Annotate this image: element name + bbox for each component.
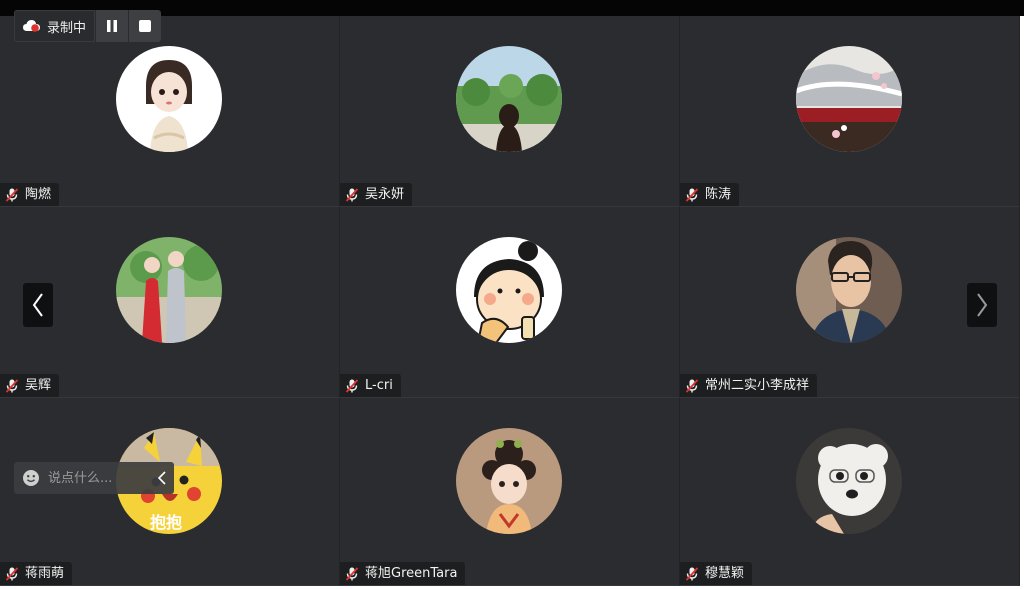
- mic-muted-icon: [345, 566, 359, 581]
- stop-icon: [139, 20, 152, 32]
- participant-avatar: [456, 46, 562, 152]
- participant-nametag: 穆慧颖: [680, 562, 753, 585]
- participant-avatar: [796, 237, 902, 343]
- recording-cloud-icon: [23, 20, 40, 32]
- participant-grid: 陶燃 吴永妍 陈涛 吴辉 L-cri 常州二实小李成祥 抱抱 蒋雨萌 蒋旭Gre…: [0, 16, 1020, 586]
- participant-tile[interactable]: 吴永妍: [340, 16, 680, 207]
- pause-recording-button[interactable]: [95, 10, 129, 42]
- emoji-icon[interactable]: [22, 469, 40, 487]
- participant-name: 穆慧颖: [705, 566, 745, 581]
- chevron-left-icon: [32, 293, 43, 317]
- mic-muted-icon: [5, 187, 19, 202]
- video-grid-stage: 陶燃 吴永妍 陈涛 吴辉 L-cri 常州二实小李成祥 抱抱 蒋雨萌 蒋旭Gre…: [0, 16, 1020, 586]
- mic-muted-icon: [5, 378, 19, 393]
- recording-control: 录制中: [14, 10, 162, 42]
- participant-name: 蒋旭GreenTara: [365, 566, 458, 581]
- participant-avatar: [796, 46, 902, 152]
- participant-tile[interactable]: 陶燃: [0, 16, 340, 207]
- pikachu-caption: 抱抱: [150, 513, 182, 532]
- mic-muted-icon: [345, 378, 359, 393]
- recording-status: 录制中: [14, 10, 96, 42]
- participant-avatar: [116, 46, 222, 152]
- participant-tile[interactable]: 蒋旭GreenTara: [340, 398, 680, 586]
- pause-icon: [107, 20, 118, 32]
- participant-avatar: [116, 237, 222, 343]
- participant-avatar: [456, 428, 562, 534]
- participant-nametag: 吴永妍: [340, 183, 413, 206]
- chat-input[interactable]: [48, 470, 128, 486]
- chat-collapse-button[interactable]: [158, 462, 166, 494]
- chevron-right-icon: [977, 293, 988, 317]
- recording-label: 录制中: [47, 20, 87, 36]
- participant-name: 蒋雨萌: [25, 566, 65, 581]
- participant-nametag: L-cri: [340, 374, 401, 397]
- participant-nametag: 吴辉: [0, 374, 60, 397]
- next-page-button[interactable]: [967, 283, 997, 327]
- mic-muted-icon: [5, 566, 19, 581]
- participant-avatar: [456, 237, 562, 343]
- participant-name: 陶燃: [25, 187, 52, 202]
- participant-name: 吴辉: [25, 378, 52, 393]
- participant-name: 常州二实小李成祥: [705, 378, 810, 393]
- participant-nametag: 常州二实小李成祥: [680, 374, 818, 397]
- participant-avatar: [796, 428, 902, 534]
- chat-input-bar[interactable]: [14, 462, 174, 494]
- participant-nametag: 蒋雨萌: [0, 562, 73, 585]
- participant-name: 吴永妍: [365, 187, 405, 202]
- mic-muted-icon: [685, 378, 699, 393]
- prev-page-button[interactable]: [23, 283, 53, 327]
- participant-tile[interactable]: 穆慧颖: [680, 398, 1020, 586]
- participant-nametag: 蒋旭GreenTara: [340, 562, 466, 585]
- mic-muted-icon: [345, 187, 359, 202]
- participant-nametag: 陈涛: [680, 183, 740, 206]
- participant-name: 陈涛: [705, 187, 732, 202]
- chevron-left-icon: [158, 471, 166, 485]
- participant-tile[interactable]: 陈涛: [680, 16, 1020, 207]
- stop-recording-button[interactable]: [128, 10, 162, 42]
- participant-name: L-cri: [365, 378, 393, 393]
- participant-tile[interactable]: L-cri: [340, 207, 680, 398]
- mic-muted-icon: [685, 187, 699, 202]
- participant-nametag: 陶燃: [0, 183, 60, 206]
- mic-muted-icon: [685, 566, 699, 581]
